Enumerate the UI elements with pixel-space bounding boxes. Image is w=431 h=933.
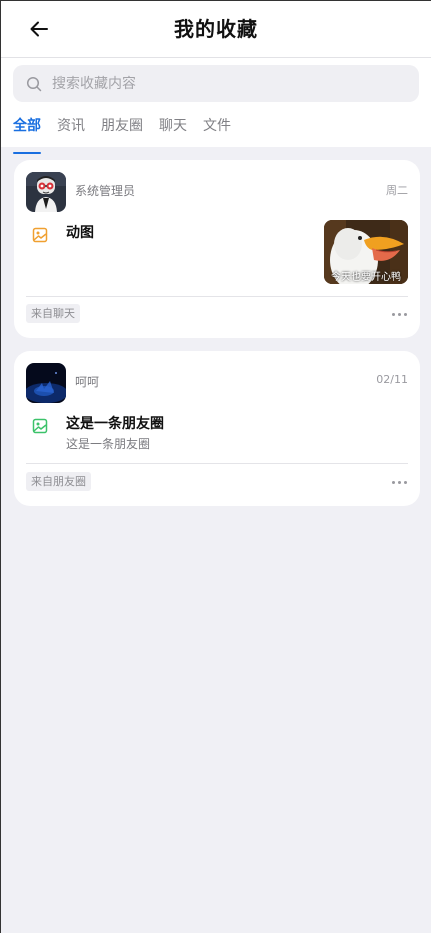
page-title: 我的收藏 [174,17,258,41]
favorite-title: 动图 [66,225,94,241]
header: 我的收藏 全部 资讯 朋友圈 聊天 文件 [1,1,431,154]
search-bar[interactable] [13,65,419,102]
more-options-button[interactable] [392,312,408,318]
favorite-date: 02/11 [376,373,408,386]
tab-all[interactable]: 全部 [13,115,41,154]
divider [26,463,408,464]
favorite-title: 这是一条朋友圈 [66,416,164,432]
top-bar: 我的收藏 [1,1,431,58]
avatar[interactable] [26,363,66,403]
tab-chat[interactable]: 聊天 [159,115,187,147]
category-tabs: 全部 资讯 朋友圈 聊天 文件 [13,115,247,154]
tab-files[interactable]: 文件 [203,115,231,147]
avatar[interactable] [26,172,66,212]
divider [26,296,408,297]
more-options-button[interactable] [392,480,408,486]
tab-news[interactable]: 资讯 [57,115,85,147]
search-icon [26,76,42,91]
favorite-thumbnail[interactable]: 今天也要开心鸭 [324,220,408,284]
sender-name: 系统管理员 [75,184,136,198]
tab-moments[interactable]: 朋友圈 [101,115,143,147]
source-tag: 来自朋友圈 [26,472,91,491]
favorite-date: 周二 [386,184,408,197]
sender-name: 呵呵 [75,375,100,389]
source-tag: 来自聊天 [26,304,80,323]
favorite-card[interactable]: 系统管理员 周二 动图 今天也要开心鸭 来自聊天 [14,160,420,338]
image-icon [32,227,48,243]
favorite-subtitle: 这是一条朋友圈 [66,437,151,451]
search-input[interactable] [50,74,374,93]
image-icon [32,418,48,434]
favorite-card[interactable]: 呵呵 02/11 这是一条朋友圈 这是一条朋友圈 来自朋友圈 [14,351,420,506]
thumbnail-caption: 今天也要开心鸭 [331,272,401,283]
